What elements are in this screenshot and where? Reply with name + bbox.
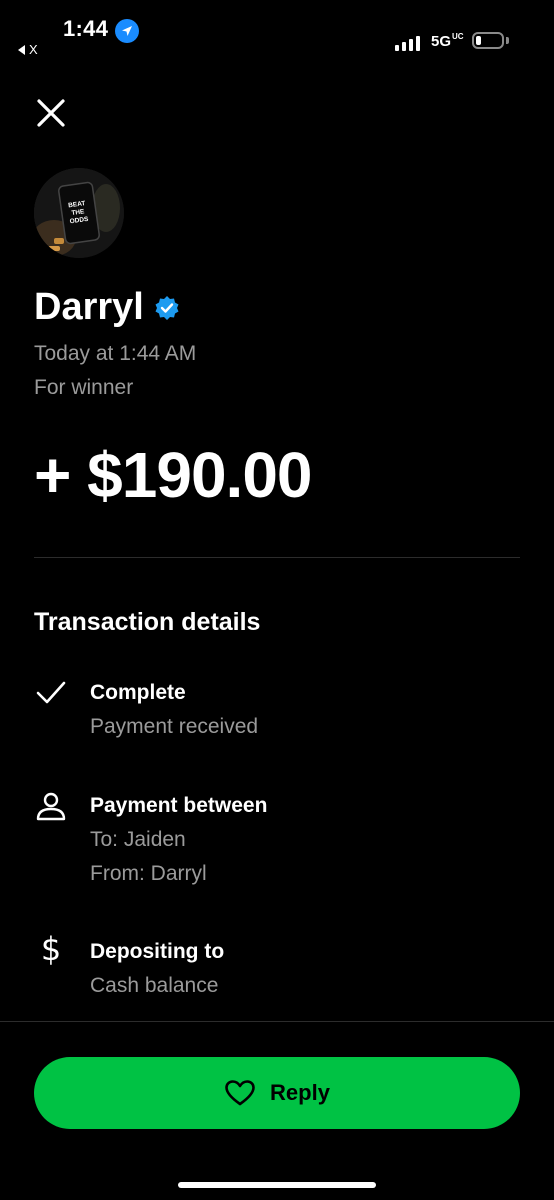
battery-icon [472,32,504,49]
section-title: Transaction details [34,608,261,636]
parties-title: Payment between [90,794,268,817]
avatar-image: BEAT THE ODDS [34,168,124,258]
payment-amount: + $190.00 [34,439,312,511]
person-icon [34,789,68,823]
dollar-icon: $ [40,930,62,968]
status-subtitle: Payment received [90,715,259,738]
footer-divider [0,1021,554,1022]
status-time: 1:44 [63,16,109,41]
sender-line: From: Darryl [90,862,207,885]
divider [34,557,520,558]
home-indicator[interactable] [178,1182,376,1188]
signal-strength-icon [395,36,420,51]
sender-name-label: Darryl [34,286,144,328]
back-app-label: X [29,42,38,57]
reply-label: Reply [270,1080,330,1105]
payment-timestamp: Today at 1:44 AM [34,342,197,365]
battery-cap [506,37,509,44]
status-title: Complete [90,681,186,704]
network-label: 5G [431,33,452,50]
back-to-app-button[interactable]: X [18,42,38,57]
payment-note: For winner [34,376,134,399]
heart-icon [225,1080,255,1106]
deposit-destination: Cash balance [90,974,219,997]
location-arrow-icon [115,19,139,43]
close-button[interactable] [30,92,72,134]
close-icon [37,99,65,127]
network-indicator: 5GUC [431,32,464,51]
recipient-line: To: Jaiden [90,828,186,851]
reply-button[interactable]: Reply [34,1057,520,1129]
avatar[interactable]: BEAT THE ODDS [34,168,124,258]
network-suffix: UC [452,32,464,41]
back-triangle-icon [18,44,25,55]
check-icon [34,676,68,710]
battery-level [476,36,481,45]
sender-name: Darryl [34,286,180,329]
deposit-title: Depositing to [90,940,225,963]
verified-badge-icon [155,295,179,320]
